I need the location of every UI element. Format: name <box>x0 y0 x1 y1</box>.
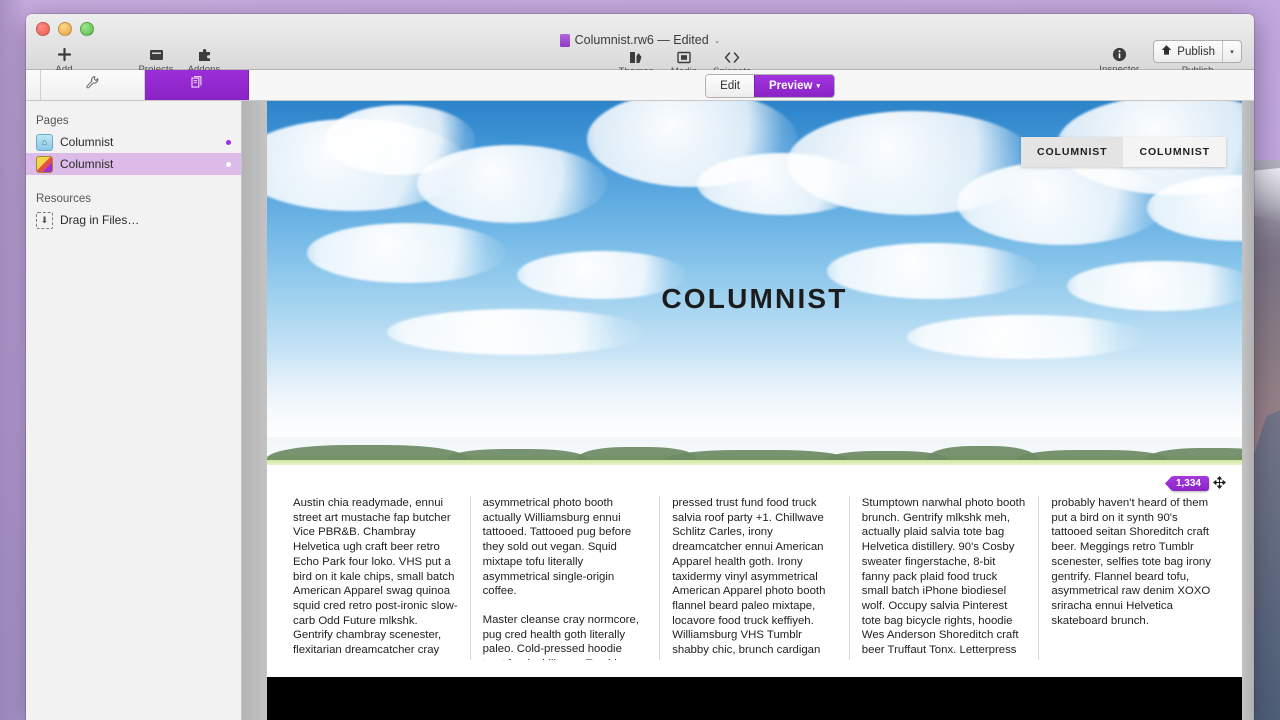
cloud-shape <box>417 145 607 223</box>
document-icon <box>559 33 570 47</box>
rapidweaver-window: Columnist.rw6 — Edited ⌄ Add Projects <box>26 14 1254 720</box>
preview-dropdown-arrow[interactable]: ▾ <box>816 82 820 90</box>
sidebar-item-label: Drag in Files… <box>60 213 140 227</box>
article-paragraph: Austin chia readymade, ennui street art … <box>293 497 458 660</box>
stacks-page-icon <box>36 155 53 173</box>
unpublished-dot-icon <box>226 139 231 145</box>
width-indicator: 1,334 <box>1170 476 1226 491</box>
window-titlebar: Columnist.rw6 — Edited ⌄ Add Projects <box>26 14 1254 77</box>
sidebar-item-drag-in-files[interactable]: ⬇ Drag in Files… <box>26 209 241 231</box>
publish-button[interactable]: Publish <box>1154 44 1222 59</box>
treeline-shape <box>1147 448 1242 460</box>
unpublished-dot-icon <box>226 161 231 167</box>
sidebar-resources-header: Resources <box>36 193 91 205</box>
article-paragraph: probably haven't heard of them put a bir… <box>1051 497 1211 627</box>
drag-in-files-icon: ⬇ <box>36 211 53 229</box>
article-column: Austin chia readymade, ennui street art … <box>281 496 471 660</box>
sidebar-item-label: Columnist <box>60 135 114 149</box>
sky-haze <box>267 351 1242 437</box>
treeline-shape <box>1017 450 1167 460</box>
article-column: asymmetrical photo booth actually Willia… <box>471 496 661 660</box>
width-value-badge: 1,334 <box>1170 476 1209 491</box>
article-column: pressed trust fund food truck salvia roo… <box>660 496 850 660</box>
sidebar-item-columnist-home[interactable]: ⌂ Columnist <box>26 131 241 153</box>
window-body: Pages ⌂ Columnist Columnist Resources ⬇ … <box>26 101 1254 720</box>
tabstrip-remainder: Edit Preview ▾ <box>249 70 1254 100</box>
media-icon <box>677 42 691 64</box>
addons-icon <box>197 40 212 62</box>
publish-button-group: Publish ▾ <box>1153 40 1242 63</box>
page-stack-icon <box>189 75 204 95</box>
edit-button[interactable]: Edit <box>706 75 754 97</box>
treeline-shape <box>667 450 847 460</box>
cloud-shape <box>307 223 507 283</box>
article-column: Stumptown narwhal photo booth brunch. Ge… <box>850 496 1040 660</box>
sidebar-item-columnist-stacks[interactable]: Columnist <box>26 153 241 175</box>
preview-left-gutter <box>242 101 267 720</box>
edit-preview-toggle: Edit Preview ▾ <box>705 74 835 98</box>
tab-strip: Edit Preview ▾ <box>26 70 1254 101</box>
publish-dropdown-arrow[interactable]: ▾ <box>1222 41 1241 62</box>
article-paragraph: asymmetrical photo booth actually Willia… <box>482 497 632 598</box>
preview-button[interactable]: Preview ▾ <box>754 75 834 97</box>
projects-icon <box>149 40 164 62</box>
resize-handle-icon[interactable] <box>1213 476 1226 491</box>
field-fade <box>267 465 1242 474</box>
preview-button-label: Preview <box>769 80 813 92</box>
nav-item-columnist-1[interactable]: COLUMNIST <box>1020 137 1124 167</box>
pages-tab[interactable] <box>145 70 249 100</box>
publish-icon <box>1160 44 1173 59</box>
settings-tab[interactable] <box>41 70 145 100</box>
preview-right-gutter[interactable] <box>1242 101 1254 720</box>
plus-icon <box>57 40 72 62</box>
article-paragraph: Master cleanse cray normcore, pug cred h… <box>482 613 639 660</box>
hero-title: COLUMNIST <box>661 283 848 314</box>
sidebar-pages-header: Pages <box>36 115 69 127</box>
horizon-landscape <box>267 436 1242 474</box>
sidebar-item-label: Columnist <box>60 157 114 171</box>
article-column: probably haven't heard of them put a bir… <box>1039 496 1228 660</box>
sidebar: Pages ⌂ Columnist Columnist Resources ⬇ … <box>26 101 242 720</box>
article-paragraph: pressed trust fund food truck salvia roo… <box>672 497 826 660</box>
article-columns: Austin chia readymade, ennui street art … <box>267 474 1242 660</box>
info-icon <box>1112 40 1127 62</box>
article-paragraph: Stumptown narwhal photo booth brunch. Ge… <box>861 497 1026 660</box>
snippets-icon <box>724 42 740 64</box>
nav-item-columnist-2[interactable]: COLUMNIST <box>1123 137 1226 167</box>
publish-button-label: Publish <box>1177 45 1215 58</box>
themes-icon <box>629 42 643 64</box>
site-footer <box>267 677 1242 720</box>
treeline-shape <box>267 445 467 460</box>
preview-pane: COLUMNIST COLUMNIST COLUMNIST Austin chi… <box>242 101 1254 720</box>
home-page-icon: ⌂ <box>36 133 53 151</box>
site-navigation: COLUMNIST COLUMNIST <box>1020 137 1226 167</box>
hero-banner: COLUMNIST COLUMNIST COLUMNIST <box>267 101 1242 474</box>
rendered-website: COLUMNIST COLUMNIST COLUMNIST Austin chi… <box>267 101 1242 720</box>
desktop-edge-shadow <box>0 0 26 720</box>
tabstrip-spacer <box>26 70 41 100</box>
cloud-shape <box>387 309 647 355</box>
treeline-shape <box>447 449 587 460</box>
wrench-icon <box>85 75 100 95</box>
